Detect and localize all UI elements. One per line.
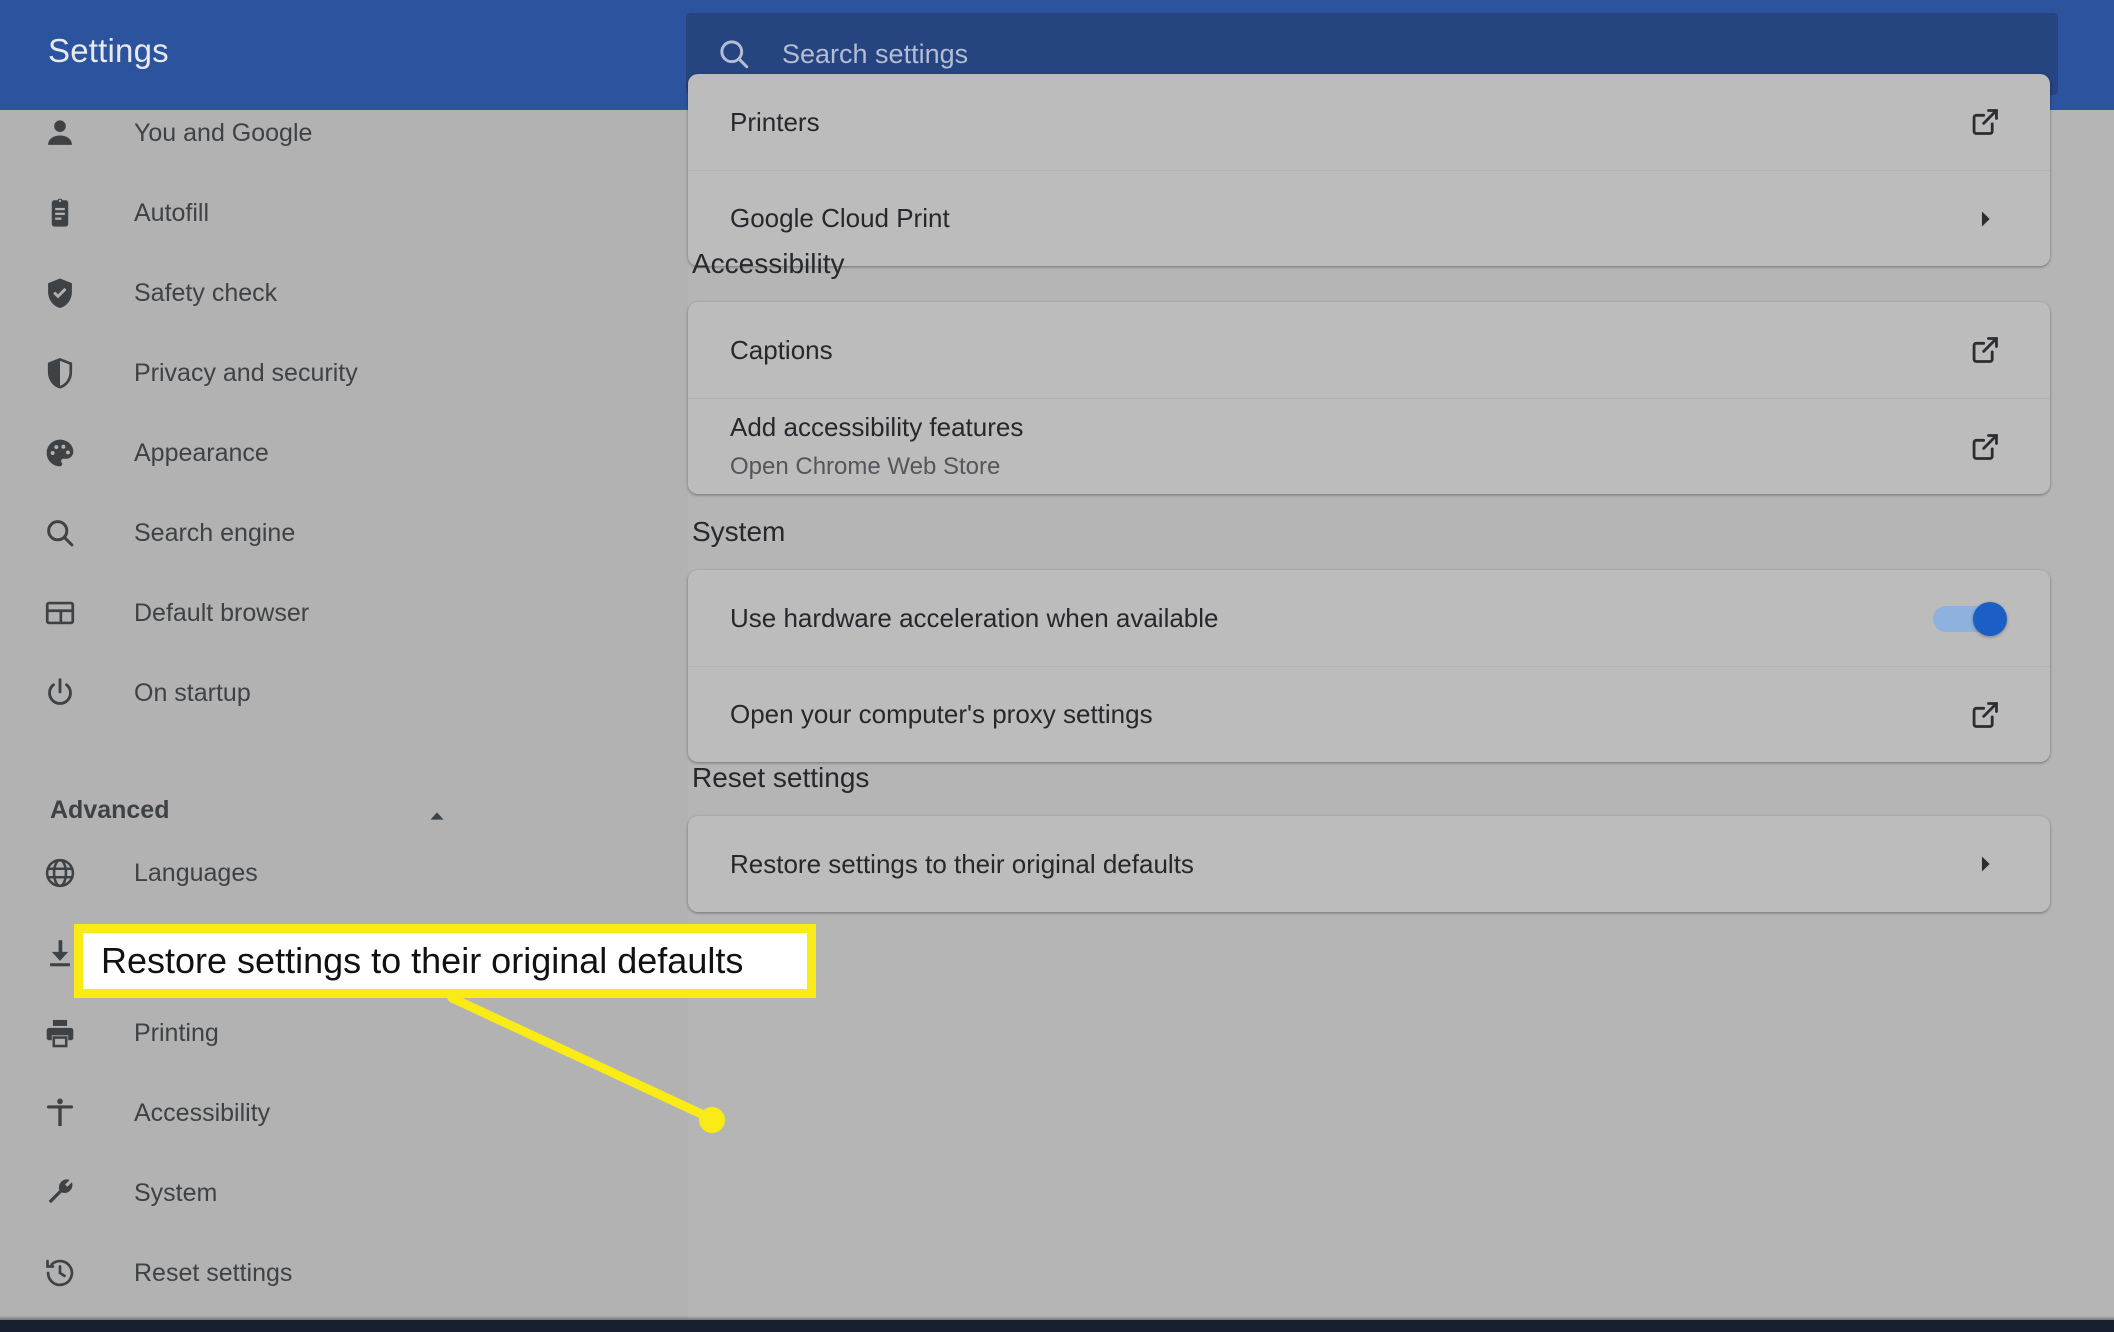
setting-title: Printers — [730, 106, 820, 137]
section-title-system: System — [692, 516, 786, 547]
setting-title: Use hardware acceleration when available — [730, 602, 1219, 633]
setting-row-google-cloud-print[interactable]: Google Cloud Print — [688, 170, 2050, 266]
toggle-switch-on[interactable] — [1933, 602, 2007, 636]
section-title-reset-settings: Reset settings — [692, 762, 870, 793]
sidebar-item-default-browser[interactable]: Default browser — [0, 590, 660, 636]
globe-icon — [38, 851, 82, 895]
sidebar-item-label: Privacy and security — [134, 358, 358, 387]
sidebar-item-accessibility[interactable]: Accessibility — [0, 1090, 660, 1136]
power-icon — [38, 671, 82, 715]
search-icon — [716, 36, 752, 72]
setting-title: Captions — [730, 334, 833, 365]
sidebar-section-label: Advanced — [50, 795, 170, 824]
printer-icon — [38, 1011, 82, 1055]
external-link-icon[interactable] — [1962, 424, 2008, 470]
setting-subtitle: Open Chrome Web Store — [730, 452, 1001, 480]
wrench-icon — [38, 1171, 82, 1215]
person-icon — [38, 111, 82, 155]
sidebar-item-privacy-and-security[interactable]: Privacy and security — [0, 350, 660, 396]
setting-title: Restore settings to their original defau… — [730, 848, 1194, 879]
settings-page: Settings Search settings You and Google — [0, 0, 2114, 1332]
accessibility-card: Captions Add accessibility features Open… — [688, 302, 2050, 494]
sidebar: You and Google Autofill Safety check Pri… — [0, 110, 688, 1322]
sidebar-item-label: Printing — [134, 1018, 219, 1047]
search-placeholder: Search settings — [782, 38, 969, 69]
sidebar-item-label: Languages — [134, 858, 258, 887]
sidebar-item-autofill[interactable]: Autofill — [0, 190, 660, 236]
shield-check-icon — [38, 271, 82, 315]
chevron-right-icon[interactable] — [1962, 196, 2008, 242]
hardware-acceleration-toggle[interactable] — [1932, 595, 2008, 641]
setting-row-restore-defaults[interactable]: Restore settings to their original defau… — [688, 816, 2050, 912]
setting-title: Google Cloud Print — [730, 203, 950, 234]
setting-title: Open your computer's proxy settings — [730, 699, 1153, 730]
setting-row-add-accessibility-features[interactable]: Add accessibility features Open Chrome W… — [688, 398, 2050, 494]
setting-row-captions[interactable]: Captions — [688, 302, 2050, 398]
sidebar-item-languages[interactable]: Languages — [0, 850, 660, 896]
system-card: Use hardware acceleration when available… — [688, 570, 2050, 762]
sidebar-section-advanced[interactable]: Advanced — [0, 790, 620, 830]
sidebar-item-label: You and Google — [134, 118, 313, 147]
external-link-icon[interactable] — [1962, 327, 2008, 373]
setting-title: Add accessibility features — [730, 412, 1024, 443]
shield-icon — [38, 351, 82, 395]
sidebar-item-label: Search engine — [134, 518, 296, 547]
chevron-up-icon[interactable] — [424, 803, 450, 834]
history-restore-icon — [38, 1251, 82, 1295]
page-title: Settings — [48, 32, 169, 69]
chevron-right-icon[interactable] — [1962, 841, 2008, 887]
clipboard-icon — [38, 191, 82, 235]
setting-row-hardware-acceleration[interactable]: Use hardware acceleration when available — [688, 570, 2050, 666]
sidebar-item-you-and-google[interactable]: You and Google — [0, 110, 660, 156]
setting-row-proxy-settings[interactable]: Open your computer's proxy settings — [688, 666, 2050, 762]
printing-card: Printers Google Cloud Print — [688, 74, 2050, 266]
sidebar-item-appearance[interactable]: Appearance — [0, 430, 660, 476]
sidebar-item-system[interactable]: System — [0, 1170, 660, 1216]
sidebar-item-label: Appearance — [134, 438, 269, 467]
sidebar-item-reset-settings[interactable]: Reset settings — [0, 1250, 660, 1296]
window-bottom-edge — [0, 1320, 2114, 1332]
sidebar-item-label: On startup — [134, 678, 251, 707]
annotation-callout: Restore settings to their original defau… — [74, 924, 816, 998]
external-link-icon[interactable] — [1962, 692, 2008, 738]
reset-settings-card: Restore settings to their original defau… — [688, 816, 2050, 912]
sidebar-item-on-startup[interactable]: On startup — [0, 670, 660, 716]
settings-content: Printers Google Cloud Print Accessibilit… — [688, 74, 2114, 1322]
toggle-knob — [1973, 602, 2007, 636]
sidebar-item-search-engine[interactable]: Search engine — [0, 510, 660, 556]
palette-icon — [38, 431, 82, 475]
sidebar-item-safety-check[interactable]: Safety check — [0, 270, 660, 316]
sidebar-item-label: Safety check — [134, 278, 278, 307]
browser-window-icon — [38, 591, 82, 635]
section-title-accessibility: Accessibility — [692, 248, 845, 279]
sidebar-item-label: Default browser — [134, 598, 310, 627]
search-icon — [38, 511, 82, 555]
sidebar-item-label: Accessibility — [134, 1098, 271, 1127]
accessibility-icon — [38, 1091, 82, 1135]
sidebar-item-label: Autofill — [134, 198, 210, 227]
external-link-icon[interactable] — [1962, 99, 2008, 145]
sidebar-item-label: Reset settings — [134, 1258, 293, 1287]
sidebar-item-printing[interactable]: Printing — [0, 1010, 660, 1056]
annotation-text: Restore settings to their original defau… — [101, 940, 744, 981]
sidebar-item-label: System — [134, 1178, 218, 1207]
setting-row-printers[interactable]: Printers — [688, 74, 2050, 170]
